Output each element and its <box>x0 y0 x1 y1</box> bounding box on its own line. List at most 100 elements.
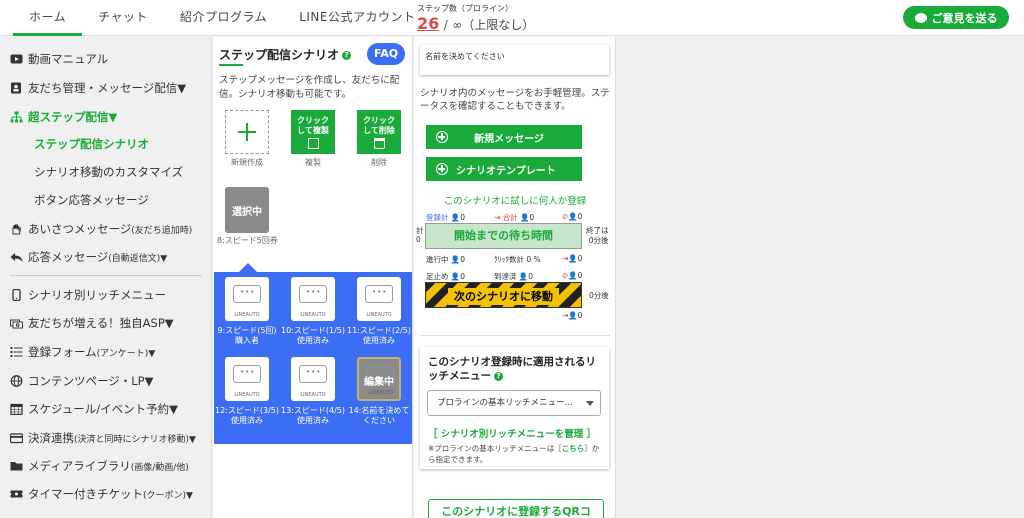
tab-chat[interactable]: チャット <box>82 0 164 36</box>
submenu-button-response[interactable]: ボタン応答メッセージ <box>34 189 149 211</box>
chat-bubble-icon <box>233 365 261 383</box>
held-label: 足止め <box>426 272 449 281</box>
next-scenario-label: 次のシナリオに移動 <box>448 288 559 305</box>
scenario-template-button[interactable]: シナリオテンプレート <box>426 157 582 181</box>
title-underline <box>219 64 243 66</box>
blocked-value: 0 <box>577 271 583 280</box>
sidebar-item-media-library[interactable]: メディアライブラリ (画像/動画/他) <box>10 455 189 477</box>
scenario-card[interactable]: LINEAUTO <box>225 357 269 401</box>
reached-value: 0 <box>528 272 534 281</box>
new-scenario-button[interactable] <box>225 110 269 154</box>
feedback-button[interactable]: ご意見を送る <box>903 6 1009 29</box>
scenario-template-label: シナリオテンプレート <box>456 165 556 177</box>
copy-scenario-action[interactable]: クリックして複製 複製 <box>291 110 335 168</box>
sidebar-item-label: コンテンツページ・LP▼ <box>28 374 154 388</box>
sidebar-item-contents-lp[interactable]: コンテンツページ・LP▼ <box>10 370 153 392</box>
sidebar-item-label: 超ステップ配信▼ <box>28 110 118 124</box>
sidebar-item-schedule[interactable]: スケジュール/イベント予約▼ <box>10 398 178 420</box>
in-progress-stat[interactable]: 進行中 👤0 <box>426 254 465 265</box>
scenario-panel-title-text: ステップ配信シナリオ <box>219 48 340 62</box>
selected-scenario-card[interactable]: 選択中 <box>225 187 269 233</box>
sidebar-item-rich-menu[interactable]: シナリオ別リッチメニュー <box>10 284 166 306</box>
sidebar-item-label: 応答メッセージ <box>28 250 109 264</box>
sidebar-item-label: 友だちが増える！独自ASP▼ <box>28 316 174 330</box>
stopped-value: 0 <box>577 212 583 221</box>
delete-scenario-button[interactable]: クリックして削除 <box>357 110 401 154</box>
sidebar-item-greeting[interactable]: あいさつメッセージ (友だち追加時) <box>10 218 192 240</box>
scenario-card[interactable]: LINEAUTO <box>291 277 335 321</box>
tab-home[interactable]: ホーム <box>13 0 83 36</box>
scenario-name-field[interactable]: 名前を決めてください <box>420 45 609 75</box>
delete-scenario-action[interactable]: クリックして削除 削除 <box>357 110 401 168</box>
step-count-used[interactable]: 26 <box>417 14 439 33</box>
sidebar-item-video-manual[interactable]: 動画マニュアル <box>10 48 108 70</box>
sidebar-item-friends-management[interactable]: 友だち管理・メッセージ配信▼ <box>10 77 186 99</box>
wait-time-button[interactable]: 開始までの待ち時間 <box>425 223 582 249</box>
sidebar-item-timer-ticket[interactable]: タイマー付きチケット (クーポン)▼ <box>10 483 193 505</box>
help-icon[interactable]: ? <box>494 371 503 381</box>
ban-icon: ⊘ <box>562 271 569 280</box>
next-scenario-button[interactable]: 次のシナリオに移動 <box>425 282 582 308</box>
submenu-step-scenario[interactable]: ステップ配信シナリオ <box>34 133 149 155</box>
end-time: 終了は 0分後 <box>586 226 609 246</box>
stop-move-stat[interactable]: ⇥👤0 <box>562 254 582 263</box>
rich-menu-note-link[interactable]: こちら <box>562 444 585 453</box>
blocked-stat[interactable]: ⊘👤0 <box>562 271 582 280</box>
scenario-card-label: 12:スピード(3/5)使用済み <box>215 406 279 425</box>
scenario-panel-description: ステップメッセージを作成し、友だちに配信。シナリオ移動も可能です。 <box>219 75 400 100</box>
copy-scenario-button[interactable]: クリックして複製 <box>291 110 335 154</box>
mobile-icon <box>10 288 23 302</box>
plus-circle-icon <box>436 131 448 143</box>
sidebar-item-auto-reply[interactable]: 応答メッセージ (自動返信文)▼ <box>10 246 167 268</box>
scenario-card-label: 10:スピード(1/5)使用済み <box>281 326 345 345</box>
submenu-scenario-move-customize[interactable]: シナリオ移動のカスタマイズ <box>34 161 183 183</box>
sidebar-item-payment[interactable]: 決済連携 (決済と同時にシナリオ移動)▼ <box>9 427 196 449</box>
right-empty-area <box>617 37 1024 518</box>
new-message-button[interactable]: 新規メッセージ <box>426 125 582 149</box>
rich-menu-select[interactable]: プロラインの基本リッチメニュー… <box>427 390 601 416</box>
scenario-panel: ステップ配信シナリオ? FAQ ステップメッセージを作成し、友だちに配信。シナリ… <box>213 37 413 518</box>
try-register-link[interactable]: このシナリオに試しに何人か登録 <box>414 193 616 207</box>
folder-icon <box>10 460 23 472</box>
new-scenario-action[interactable]: 新規作成 <box>225 110 269 168</box>
delete-scenario-label: クリックして削除 <box>363 115 395 135</box>
qr-register-button[interactable]: このシナリオに登録するQRコ <box>428 499 604 518</box>
total-stat[interactable]: ⇥ 合計 👤0 <box>494 212 534 223</box>
left-total-label: 計 <box>416 226 424 235</box>
help-icon[interactable]: ? <box>342 51 352 60</box>
chat-bubble-icon <box>299 365 327 383</box>
scenario-card[interactable]: LINEAUTO <box>291 357 335 401</box>
sidebar-item-asp[interactable]: 友だちが増える！独自ASP▼ <box>10 312 174 334</box>
chat-bubble-icon <box>233 285 261 303</box>
tab-line-official[interactable]: LINE公式アカウント <box>283 0 431 36</box>
total-value: 0 <box>529 213 535 222</box>
chat-bubble-icon <box>299 285 327 303</box>
panel-pointer <box>239 263 257 272</box>
scenario-card[interactable]: LINEAUTO <box>357 277 401 321</box>
registered-stat[interactable]: 登録計 👤0 <box>426 212 465 223</box>
brand-label: LINEAUTO <box>234 392 260 398</box>
scenario-card-editing[interactable]: 編集中 LINEAUTO <box>357 357 401 401</box>
selected-scenario-caption: 8:スピード5回券 <box>217 236 278 245</box>
scenario-card[interactable]: LINEAUTO <box>225 277 269 321</box>
copy-icon <box>307 137 319 149</box>
feedback-button-label: ご意見を送る <box>931 11 998 25</box>
sidebar-item-super-step[interactable]: 超ステップ配信▼ <box>10 106 117 128</box>
move-out-stat[interactable]: ⇥👤0 <box>562 311 582 320</box>
held-stat[interactable]: 足止め 👤0 <box>426 271 465 282</box>
next-after: 0分後 <box>589 291 609 300</box>
brand-label: LINEAUTO <box>300 392 326 398</box>
stopped-stat[interactable]: ⊘👤0 <box>562 212 582 221</box>
click-rate-stat[interactable]: ｸﾘｯｸ数計 0 % <box>494 254 541 265</box>
video-icon <box>10 53 23 65</box>
manage-rich-menu-link[interactable]: ［ シナリオ別リッチメニューを管理 ］ <box>428 426 596 440</box>
delete-scenario-caption: 削除 <box>371 158 387 167</box>
sidebar-item-label: 友だち管理・メッセージ配信▼ <box>28 81 187 95</box>
sitemap-icon <box>10 111 23 123</box>
faq-button[interactable]: FAQ <box>367 43 405 65</box>
reply-icon <box>10 251 23 263</box>
reached-stat[interactable]: 到達済 👤0 <box>494 271 533 282</box>
tab-referral[interactable]: 紹介プログラム <box>164 0 283 36</box>
sidebar-item-form[interactable]: 登録フォーム (アンケート)▼ <box>10 341 155 363</box>
rich-menu-title-text: このシナリオ登録時に適用されるリッチメニュー <box>428 356 596 382</box>
